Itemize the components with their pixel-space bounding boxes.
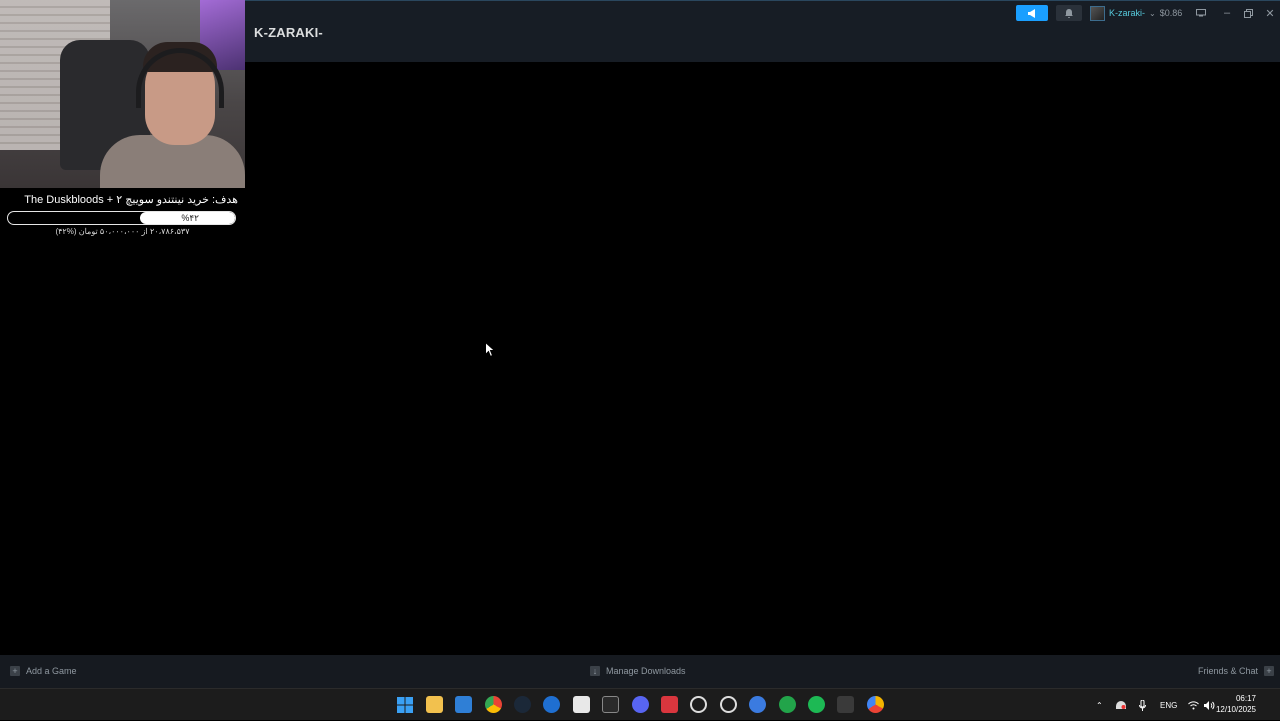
terminal-icon[interactable] bbox=[837, 696, 854, 713]
friends-chat-button[interactable]: Friends & Chat + bbox=[1198, 666, 1275, 676]
profile-title: K-ZARAKI- bbox=[254, 25, 323, 40]
mouse-cursor-icon bbox=[485, 342, 495, 357]
webcam-overlay bbox=[0, 0, 245, 188]
steam-bottom-bar: + Add a Game ↓ Manage Downloads Friends … bbox=[0, 655, 1280, 688]
epic-games-icon[interactable] bbox=[602, 696, 619, 713]
chrome-icon[interactable] bbox=[485, 696, 502, 713]
announcements-button[interactable] bbox=[1016, 5, 1048, 21]
add-game-button[interactable]: + Add a Game bbox=[10, 666, 77, 676]
steam-icon[interactable] bbox=[514, 696, 531, 713]
file-explorer-icon[interactable] bbox=[426, 696, 443, 713]
username: K-zaraki- bbox=[1109, 8, 1146, 18]
close-button[interactable]: ✕ bbox=[1263, 5, 1277, 21]
minimize-icon: – bbox=[1223, 7, 1231, 19]
manage-downloads-label: Manage Downloads bbox=[606, 666, 686, 676]
bell-icon bbox=[1065, 8, 1073, 18]
minimize-button[interactable]: – bbox=[1220, 5, 1234, 21]
tray-app-icon[interactable] bbox=[1116, 689, 1126, 721]
clock-time: 06:17 bbox=[1235, 694, 1256, 703]
wifi-icon[interactable] bbox=[1188, 689, 1199, 721]
edge-dev-icon[interactable] bbox=[543, 696, 560, 713]
game-launcher-icon[interactable] bbox=[661, 696, 678, 713]
add-game-label: Add a Game bbox=[26, 666, 77, 676]
restore-icon bbox=[1243, 8, 1253, 18]
spotify-icon[interactable] bbox=[808, 696, 825, 713]
photos-icon[interactable] bbox=[455, 696, 472, 713]
notifications-button[interactable] bbox=[1056, 5, 1082, 21]
plus-icon: + bbox=[10, 666, 20, 676]
clock-date: 12/10/2025 bbox=[1215, 705, 1256, 714]
monitor-icon bbox=[1196, 9, 1206, 17]
system-clock[interactable]: 06:17 12/10/2025 bbox=[1216, 693, 1256, 715]
web-icon[interactable] bbox=[749, 696, 766, 713]
chat-icon: + bbox=[1264, 666, 1275, 676]
volume-icon[interactable] bbox=[1204, 689, 1215, 721]
xbox-icon[interactable] bbox=[779, 696, 796, 713]
big-picture-button[interactable] bbox=[1194, 5, 1208, 21]
store-icon[interactable] bbox=[573, 696, 590, 713]
chevron-down-icon: ⌄ bbox=[1149, 8, 1156, 18]
chatgpt-icon[interactable] bbox=[690, 696, 707, 713]
discord-icon[interactable] bbox=[632, 696, 649, 713]
friends-chat-label: Friends & Chat bbox=[1198, 666, 1259, 676]
windows-start-icon[interactable] bbox=[396, 696, 413, 713]
donation-goal-percent: %۴۲ bbox=[181, 213, 199, 223]
account-menu[interactable]: K-zaraki- ⌄ $0.86 bbox=[1090, 5, 1182, 21]
manage-downloads-button[interactable]: ↓ Manage Downloads bbox=[590, 666, 686, 676]
tray-overflow-icon[interactable]: ⌃ bbox=[1096, 689, 1103, 721]
microphone-icon[interactable] bbox=[1139, 689, 1146, 721]
wallet-balance: $0.86 bbox=[1159, 8, 1183, 18]
obs-icon[interactable] bbox=[720, 696, 737, 713]
restore-button[interactable] bbox=[1241, 5, 1255, 21]
megaphone-icon bbox=[1027, 8, 1035, 18]
close-icon: ✕ bbox=[1265, 7, 1275, 20]
donation-goal-amount: ۲۰،۷۸۶،۵۳۷ از ۵۰،۰۰۰،۰۰۰ تومان (%۴۲) bbox=[55, 227, 190, 236]
donation-goal-title: هدف: خرید نینتندو سوییچ ۲ + The Duskbloo… bbox=[24, 194, 238, 206]
donation-goal-bar: %۴۲ bbox=[7, 211, 236, 225]
language-indicator[interactable]: ENG bbox=[1160, 689, 1177, 721]
download-icon: ↓ bbox=[590, 666, 600, 676]
avatar bbox=[1090, 5, 1105, 21]
chrome-canary-icon[interactable] bbox=[867, 696, 884, 713]
windows-taskbar: ⌃ ENG 06:17 12/10/2025 bbox=[0, 688, 1280, 720]
